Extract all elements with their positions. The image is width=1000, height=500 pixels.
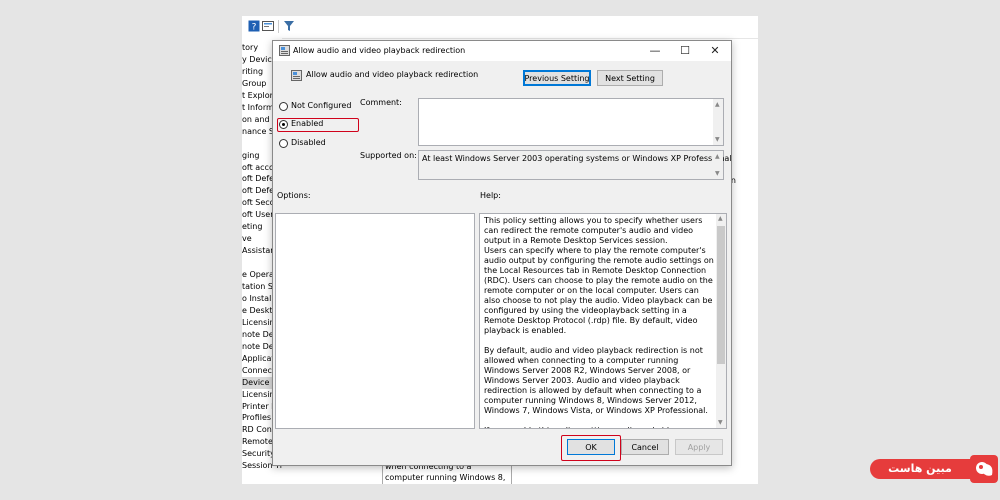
svg-text:?: ? xyxy=(252,23,257,33)
help-paragraph: If you enable this policy setting, audio… xyxy=(484,426,714,428)
previous-setting-button[interactable]: Previous Setting xyxy=(523,70,591,86)
scroll-thumb[interactable] xyxy=(717,226,725,364)
supported-label: Supported on: xyxy=(360,151,417,160)
dialog-titlebar[interactable]: Allow audio and video playback redirecti… xyxy=(273,41,731,61)
scroll-up-icon[interactable]: ▲ xyxy=(715,153,720,160)
next-setting-button[interactable]: Next Setting xyxy=(597,70,663,86)
filter-icon[interactable] xyxy=(283,20,295,32)
help-paragraph: By default, audio and video playback red… xyxy=(484,346,708,415)
apply-button[interactable]: Apply xyxy=(675,439,723,455)
scroll-down-icon[interactable]: ▼ xyxy=(715,136,720,143)
chameleon-icon xyxy=(976,462,993,476)
scroll-up-icon[interactable]: ▲ xyxy=(718,215,723,222)
ok-button[interactable]: OK xyxy=(567,439,615,455)
help-text: This policy setting allows you to specif… xyxy=(484,216,714,428)
toolbar: ? xyxy=(242,16,758,39)
cancel-button[interactable]: Cancel xyxy=(621,439,669,455)
radio-button[interactable] xyxy=(279,102,288,111)
policy-dialog: Allow audio and video playback redirecti… xyxy=(272,40,732,466)
enabled-highlight xyxy=(277,118,359,132)
help-scrollbar[interactable]: ▲ ▼ xyxy=(716,214,726,428)
radio-button[interactable] xyxy=(279,139,288,148)
minimize-icon[interactable]: — xyxy=(646,43,664,59)
options-panel xyxy=(275,213,475,429)
policy-name: Allow audio and video playback redirecti… xyxy=(306,70,479,79)
dialog-title: Allow audio and video playback redirecti… xyxy=(293,46,466,55)
comment-label: Comment: xyxy=(360,98,402,107)
properties-icon[interactable] xyxy=(262,20,274,32)
comment-textarea[interactable]: ▲ ▼ xyxy=(418,98,724,146)
policy-setting-icon xyxy=(291,70,302,81)
brand-watermark: مبین هاست xyxy=(870,455,1000,483)
toolbar-separator xyxy=(278,20,279,33)
help-paragraph: This policy setting allows you to specif… xyxy=(484,216,714,335)
policy-icon xyxy=(279,45,290,56)
close-icon[interactable]: ✕ xyxy=(706,43,724,59)
maximize-icon[interactable]: ☐ xyxy=(676,43,694,59)
comment-scrollbar[interactable]: ▲ ▼ xyxy=(713,99,723,145)
supported-value: At least Windows Server 2003 operating s… xyxy=(422,154,732,163)
radio-label: Disabled xyxy=(291,138,326,147)
scroll-up-icon[interactable]: ▲ xyxy=(715,101,720,108)
brand-text: مبین هاست xyxy=(870,459,970,479)
help-icon[interactable]: ? xyxy=(248,20,260,32)
scroll-down-icon[interactable]: ▼ xyxy=(718,419,723,426)
options-label: Options: xyxy=(277,191,311,200)
brand-logo-icon xyxy=(970,455,998,483)
supported-scrollbar[interactable]: ▲ ▼ xyxy=(713,151,723,179)
radio-label: Not Configured xyxy=(291,101,352,110)
supported-on-field: At least Windows Server 2003 operating s… xyxy=(418,150,732,180)
help-panel: This policy setting allows you to specif… xyxy=(479,213,727,429)
help-label: Help: xyxy=(480,191,501,200)
scroll-down-icon[interactable]: ▼ xyxy=(715,170,720,177)
